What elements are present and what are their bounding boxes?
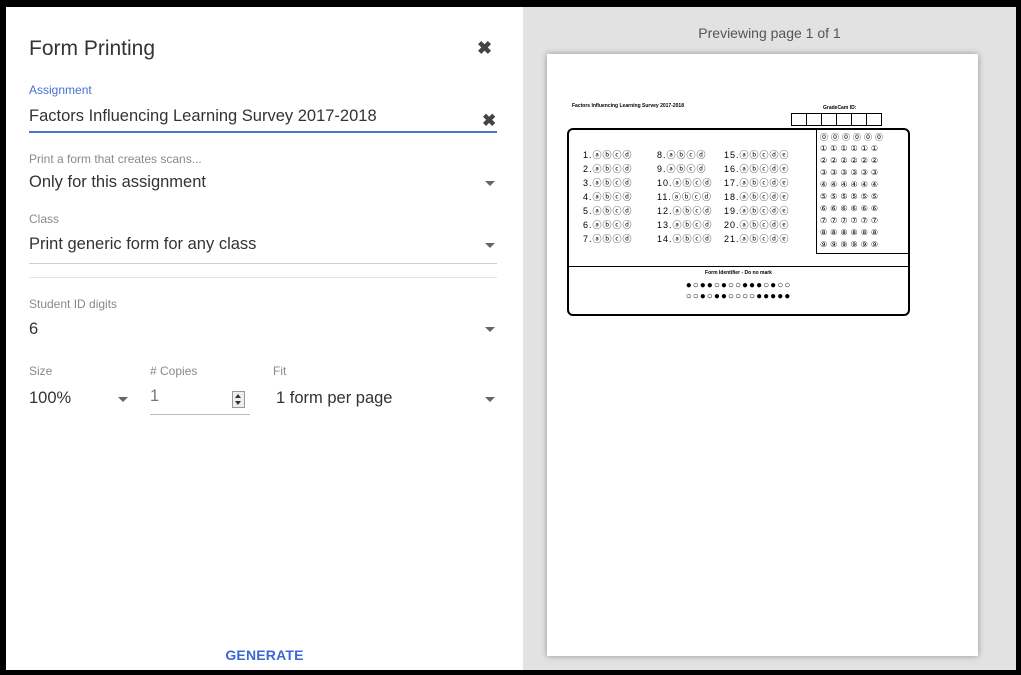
app-frame: Form Printing ✖ Assignment Factors Influ… <box>6 7 1016 670</box>
dialog-title: Form Printing <box>29 37 156 60</box>
size-label: Size <box>29 364 53 378</box>
size-select[interactable]: 100% <box>29 389 71 408</box>
id-digit-row: ⑦⑦⑦⑦⑦⑦ <box>820 216 882 225</box>
question-row: 1.ⓐⓑⓒⓓ <box>583 150 633 160</box>
question-row: 11.ⓐⓑⓒⓓ <box>657 192 712 202</box>
copies-input[interactable]: 1 <box>150 387 159 406</box>
student-id-chevron-down-icon[interactable] <box>485 327 495 332</box>
question-row: 8.ⓐⓑⓒⓓ <box>657 150 707 160</box>
question-row: 20.ⓐⓑⓒⓓⓔ <box>724 220 790 230</box>
preview-status: Previewing page 1 of 1 <box>698 25 841 41</box>
form-printing-panel: Form Printing ✖ Assignment Factors Influ… <box>6 7 523 670</box>
copies-label: # Copies <box>150 364 198 378</box>
scans-chevron-down-icon[interactable] <box>485 181 495 186</box>
preview-page: Factors Influencing Learning Survey 2017… <box>547 54 978 656</box>
question-row: 2.ⓐⓑⓒⓓ <box>583 164 633 174</box>
question-row: 3.ⓐⓑⓒⓓ <box>583 178 633 188</box>
fit-label: Fit <box>273 364 287 378</box>
form-identifier-bubbles: ●○●●○●○○●●●○●○○ <box>685 280 792 291</box>
close-icon[interactable]: ✖ <box>477 38 492 59</box>
question-row: 5.ⓐⓑⓒⓓ <box>583 206 633 216</box>
id-digit-row: ⑨⑨⑨⑨⑨⑨ <box>820 240 882 249</box>
class-underline <box>29 263 497 264</box>
size-chevron-down-icon[interactable] <box>118 397 128 402</box>
generate-button[interactable]: GENERATE <box>6 647 523 663</box>
assignment-label: Assignment <box>29 83 92 97</box>
sheet-title: Factors Influencing Learning Survey 2017… <box>572 103 684 109</box>
class-select[interactable]: Print generic form for any class <box>29 235 256 254</box>
assignment-field[interactable]: Factors Influencing Learning Survey 2017… <box>29 107 377 126</box>
fit-select[interactable]: 1 form per page <box>276 389 392 408</box>
student-id-label: Student ID digits <box>29 297 118 311</box>
question-row: 16.ⓐⓑⓒⓓⓔ <box>724 164 790 174</box>
question-row: 7.ⓐⓑⓒⓓ <box>583 234 633 244</box>
question-row: 15.ⓐⓑⓒⓓⓔ <box>724 150 790 160</box>
id-digit-row: ④④④④④④ <box>820 180 882 189</box>
id-digit-row: ⑤⑤⑤⑤⑤⑤ <box>820 192 882 201</box>
class-label: Class <box>29 212 60 226</box>
question-row: 13.ⓐⓑⓒⓓ <box>657 220 713 230</box>
id-digit-row: ⑧⑧⑧⑧⑧⑧ <box>820 228 882 237</box>
scans-label: Print a form that creates scans... <box>29 152 202 166</box>
question-row: 12.ⓐⓑⓒⓓ <box>657 206 713 216</box>
copies-underline <box>150 414 250 415</box>
scans-select[interactable]: Only for this assignment <box>29 173 206 192</box>
question-row: 14.ⓐⓑⓒⓓ <box>657 234 713 244</box>
gradecam-label: GradeCam ID: <box>823 105 857 111</box>
assignment-underline <box>29 131 497 133</box>
form-identifier-label: Form Identifier - Do no mark <box>705 270 772 276</box>
clear-assignment-icon[interactable]: ✖ <box>482 111 496 131</box>
id-digit-row: ①①①①①① <box>820 144 882 153</box>
answer-grid: 1.ⓐⓑⓒⓓ 2.ⓐⓑⓒⓓ 3.ⓐⓑⓒⓓ 4.ⓐⓑⓒⓓ 5.ⓐⓑⓒⓓ 6.ⓐⓑⓒ… <box>567 128 910 316</box>
student-id-bubble-grid: ⓪⓪⓪⓪⓪⓪ ①①①①①① ②②②②②② ③③③③③③ ④④④④④④ ⑤⑤⑤⑤⑤… <box>816 130 909 254</box>
class-chevron-down-icon[interactable] <box>485 243 495 248</box>
fit-chevron-down-icon[interactable] <box>485 397 495 402</box>
question-row: 17.ⓐⓑⓒⓓⓔ <box>724 178 790 188</box>
copies-stepper[interactable] <box>232 391 245 408</box>
question-row: 4.ⓐⓑⓒⓓ <box>583 192 633 202</box>
id-digit-row: ③③③③③③ <box>820 168 882 177</box>
id-digit-row: ⓪⓪⓪⓪⓪⓪ <box>820 133 886 142</box>
divider <box>29 277 497 278</box>
question-row: 10.ⓐⓑⓒⓓ <box>657 178 713 188</box>
preview-panel: Previewing page 1 of 1 Factors Influenci… <box>523 7 1016 670</box>
question-row: 9.ⓐⓑⓒⓓ <box>657 164 707 174</box>
form-identifier-separator <box>569 266 908 267</box>
question-row: 18.ⓐⓑⓒⓓⓔ <box>724 192 790 202</box>
student-id-select[interactable]: 6 <box>29 320 38 339</box>
id-digit-row: ⑥⑥⑥⑥⑥⑥ <box>820 204 882 213</box>
id-digit-row: ②②②②②② <box>820 156 882 165</box>
question-row: 19.ⓐⓑⓒⓓⓔ <box>724 206 790 216</box>
form-identifier-bubbles: ○○●○●●○○○○●●●●● <box>685 291 792 302</box>
question-row: 21.ⓐⓑⓒⓓⓔ <box>724 234 790 244</box>
question-row: 6.ⓐⓑⓒⓓ <box>583 220 633 230</box>
